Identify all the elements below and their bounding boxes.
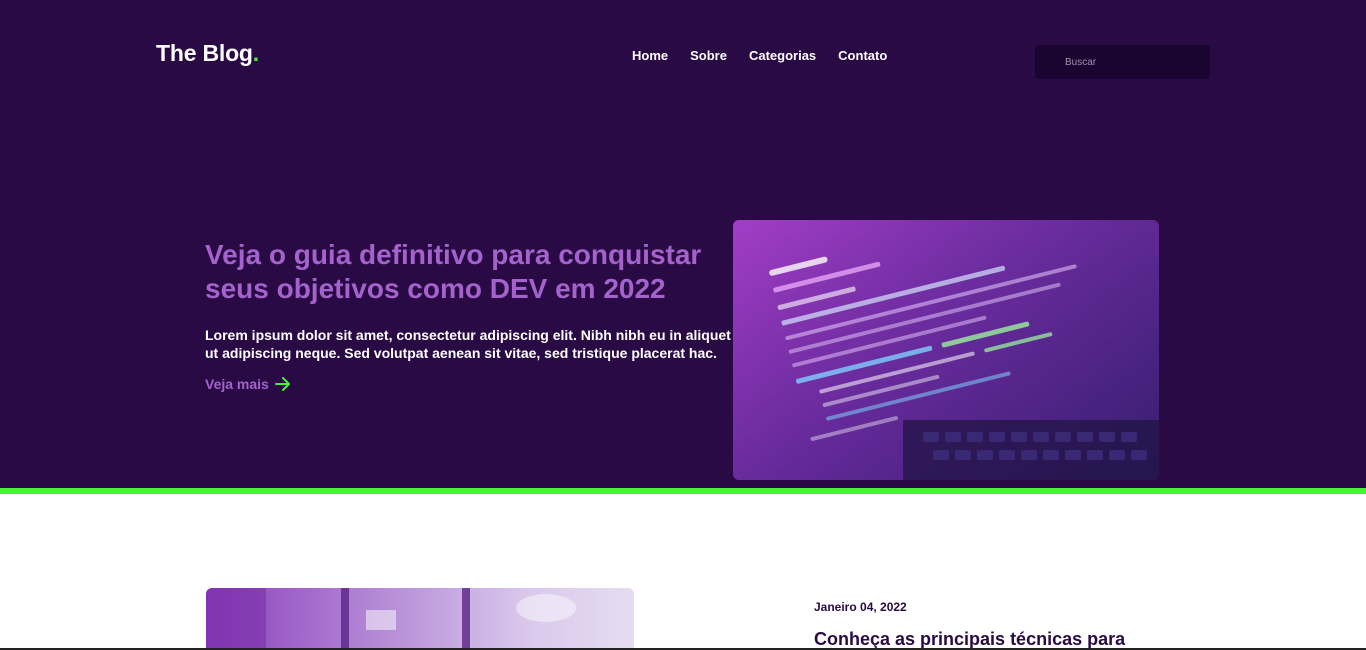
search-box: [1035, 45, 1210, 79]
hero-image: [733, 220, 1159, 480]
main-nav: Home Sobre Categorias Contato: [632, 48, 887, 63]
logo-dot: .: [252, 40, 259, 66]
nav-link-home[interactable]: Home: [632, 48, 668, 63]
post-image[interactable]: [206, 588, 634, 650]
hero-title: Veja o guia definitivo para conquistar s…: [205, 239, 702, 304]
post-date: Janeiro 04, 2022: [814, 600, 907, 614]
nav-link-contato[interactable]: Contato: [838, 48, 887, 63]
veja-mais-label: Veja mais: [205, 376, 269, 392]
veja-mais-link[interactable]: Veja mais: [205, 376, 291, 392]
search-input[interactable]: [1035, 45, 1210, 79]
arrow-right-icon: [274, 377, 291, 391]
site-logo[interactable]: The Blog.: [156, 40, 259, 67]
nav-link-sobre[interactable]: Sobre: [690, 48, 727, 63]
hero-description: Lorem ipsum dolor sit amet, consectetur …: [205, 327, 731, 361]
accent-divider: [0, 488, 1366, 494]
post-title[interactable]: Conheça as principais técnicas para: [814, 629, 1125, 650]
nav-link-categorias[interactable]: Categorias: [749, 48, 816, 63]
logo-text: The Blog: [156, 40, 253, 66]
